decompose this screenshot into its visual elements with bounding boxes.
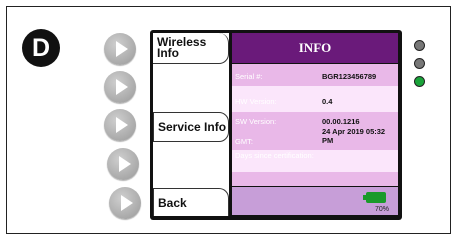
wireless-info-label: Wireless Info — [157, 35, 207, 60]
info-row-label: Serial #: — [235, 72, 263, 81]
side-button-5[interactable] — [109, 187, 141, 219]
status-led-2 — [414, 58, 425, 69]
info-row-days: Days since certification: — [232, 150, 398, 172]
side-button-4[interactable] — [107, 148, 139, 180]
side-button-2[interactable] — [104, 71, 136, 103]
info-row-label: HW Version: — [235, 97, 277, 106]
info-row-label: SW Version: — [235, 117, 277, 126]
info-row-value: 0.4 — [322, 97, 333, 106]
service-info-softkey[interactable]: Service Info — [153, 112, 229, 142]
info-row-sw-gmt: SW Version: 00.00.1216 GMT: 24 Apr 2019 … — [232, 112, 398, 150]
info-row-label: Days since certification: — [235, 151, 314, 160]
info-row-serial: Serial #: BGR123456789 — [232, 64, 398, 86]
status-led-1 — [414, 40, 425, 51]
info-row-value: 00.00.1216 — [322, 117, 360, 126]
back-softkey[interactable]: Back — [153, 188, 229, 216]
info-row-label: GMT: — [235, 137, 253, 146]
back-label: Back — [158, 195, 187, 210]
side-button-3[interactable] — [104, 109, 136, 141]
wireless-info-softkey[interactable]: Wireless Info — [153, 33, 229, 64]
info-title: INFO — [232, 33, 398, 63]
status-led-3 — [414, 76, 425, 87]
battery-icon — [363, 192, 386, 203]
service-info-label: Service Info — [158, 120, 227, 134]
device-badge: D — [22, 29, 60, 67]
info-row-blank — [232, 172, 398, 186]
info-table: Serial #: BGR123456789 HW Version: 0.4 S… — [232, 64, 398, 186]
info-row-value: BGR123456789 — [322, 72, 377, 81]
battery-percent: 70% — [374, 206, 389, 213]
info-row-hw: HW Version: 0.4 — [232, 86, 398, 112]
info-row-value: 24 Apr 2019 05:32 PM — [322, 127, 386, 145]
side-button-1[interactable] — [104, 33, 136, 65]
status-footer: 70% — [232, 187, 398, 215]
